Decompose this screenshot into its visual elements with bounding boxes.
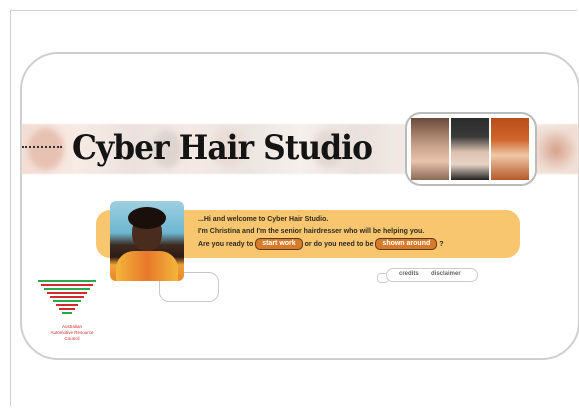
disclaimer-link[interactable]: disclaimer xyxy=(431,271,461,277)
logo-caption-line-3: Council xyxy=(64,336,80,341)
avatar-hair xyxy=(128,207,166,229)
start-work-button[interactable]: start work xyxy=(255,238,303,250)
model-photo-1 xyxy=(411,118,449,180)
title-leader-dots xyxy=(22,146,62,148)
welcome-line-2: I'm Christina and I'm the senior hairdre… xyxy=(198,228,425,235)
shown-around-button[interactable]: shown around xyxy=(375,238,438,250)
welcome-line-3-middle: or do you need to be xyxy=(304,240,374,248)
model-photo-3 xyxy=(491,118,529,180)
logo-caption: Australian Automotive Resource Council xyxy=(32,324,112,342)
strip-edge-photo xyxy=(535,128,577,172)
welcome-line-1: ...Hi and welcome to Cyber Hair Studio. xyxy=(198,216,329,223)
footer-links: credits disclaimer xyxy=(386,268,478,282)
avatar-shirt xyxy=(116,251,178,281)
welcome-line-3-prefix: Are you ready to xyxy=(198,240,254,248)
christina-avatar xyxy=(110,201,184,281)
welcome-line-3: Are you ready to start work or do you ne… xyxy=(198,238,518,250)
model-photo-2 xyxy=(451,118,489,180)
page-title: Cyber Hair Studio xyxy=(72,128,373,168)
model-photos-panel xyxy=(405,112,537,186)
welcome-line-3-suffix: ? xyxy=(439,240,444,248)
welcome-message: ...Hi and welcome to Cyber Hair Studio. … xyxy=(198,214,518,250)
credits-link[interactable]: credits xyxy=(399,271,419,277)
